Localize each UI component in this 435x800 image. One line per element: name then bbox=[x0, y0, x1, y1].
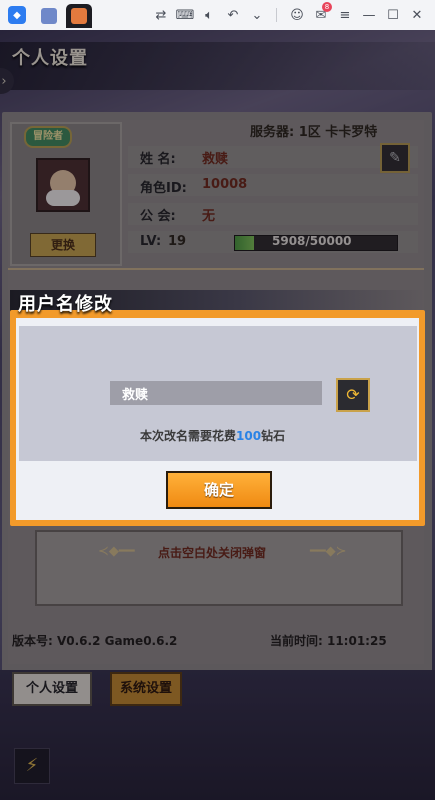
user-icon[interactable]: ☺ bbox=[288, 6, 306, 24]
keyboard-icon[interactable]: ⌨ bbox=[176, 6, 195, 24]
random-name-dice-icon[interactable]: ⟳ bbox=[336, 378, 370, 412]
toolbar-divider bbox=[276, 8, 277, 22]
emulator-toolbar: ◆ ⇄ ⌨ 🔈︎ ↶ ⌄ ☺ ✉ 8 ≡ — ☐ ✕ bbox=[0, 0, 435, 31]
cost-amount: 100 bbox=[236, 429, 262, 443]
cost-prefix: 本次改名需要花费 bbox=[140, 429, 237, 443]
minimize-icon[interactable]: — bbox=[360, 6, 378, 24]
cost-suffix: 钻石 bbox=[261, 429, 286, 443]
app-logo-icon[interactable]: ◆ bbox=[8, 6, 26, 24]
volume-icon[interactable]: 🔈︎ bbox=[200, 6, 218, 24]
game-tab-icon[interactable] bbox=[36, 4, 62, 28]
undo-icon[interactable]: ↶ bbox=[224, 6, 242, 24]
active-tab-icon[interactable] bbox=[66, 4, 92, 28]
menu-icon[interactable]: ≡ bbox=[336, 6, 354, 24]
tab-thumbnail bbox=[71, 8, 87, 24]
chevron-down-icon[interactable]: ⌄ bbox=[248, 6, 266, 24]
username-input[interactable] bbox=[110, 381, 322, 405]
maximize-icon[interactable]: ☐ bbox=[384, 6, 402, 24]
cost-text: 本次改名需要花费100钻石 bbox=[140, 427, 285, 444]
game-screen[interactable]: 个人设置 › 冒险者 更换 服务器: 1区 卡卡罗特 姓 名: 救赎 ✎ 角色I… bbox=[0, 30, 435, 800]
cast-icon[interactable]: ⇄ bbox=[152, 6, 170, 24]
mail-badge: 8 bbox=[322, 2, 332, 12]
modal-title: 用户名修改 bbox=[18, 294, 113, 315]
confirm-button[interactable]: 确定 bbox=[166, 471, 272, 509]
close-icon[interactable]: ✕ bbox=[408, 6, 426, 24]
tab-thumbnail bbox=[41, 8, 57, 24]
